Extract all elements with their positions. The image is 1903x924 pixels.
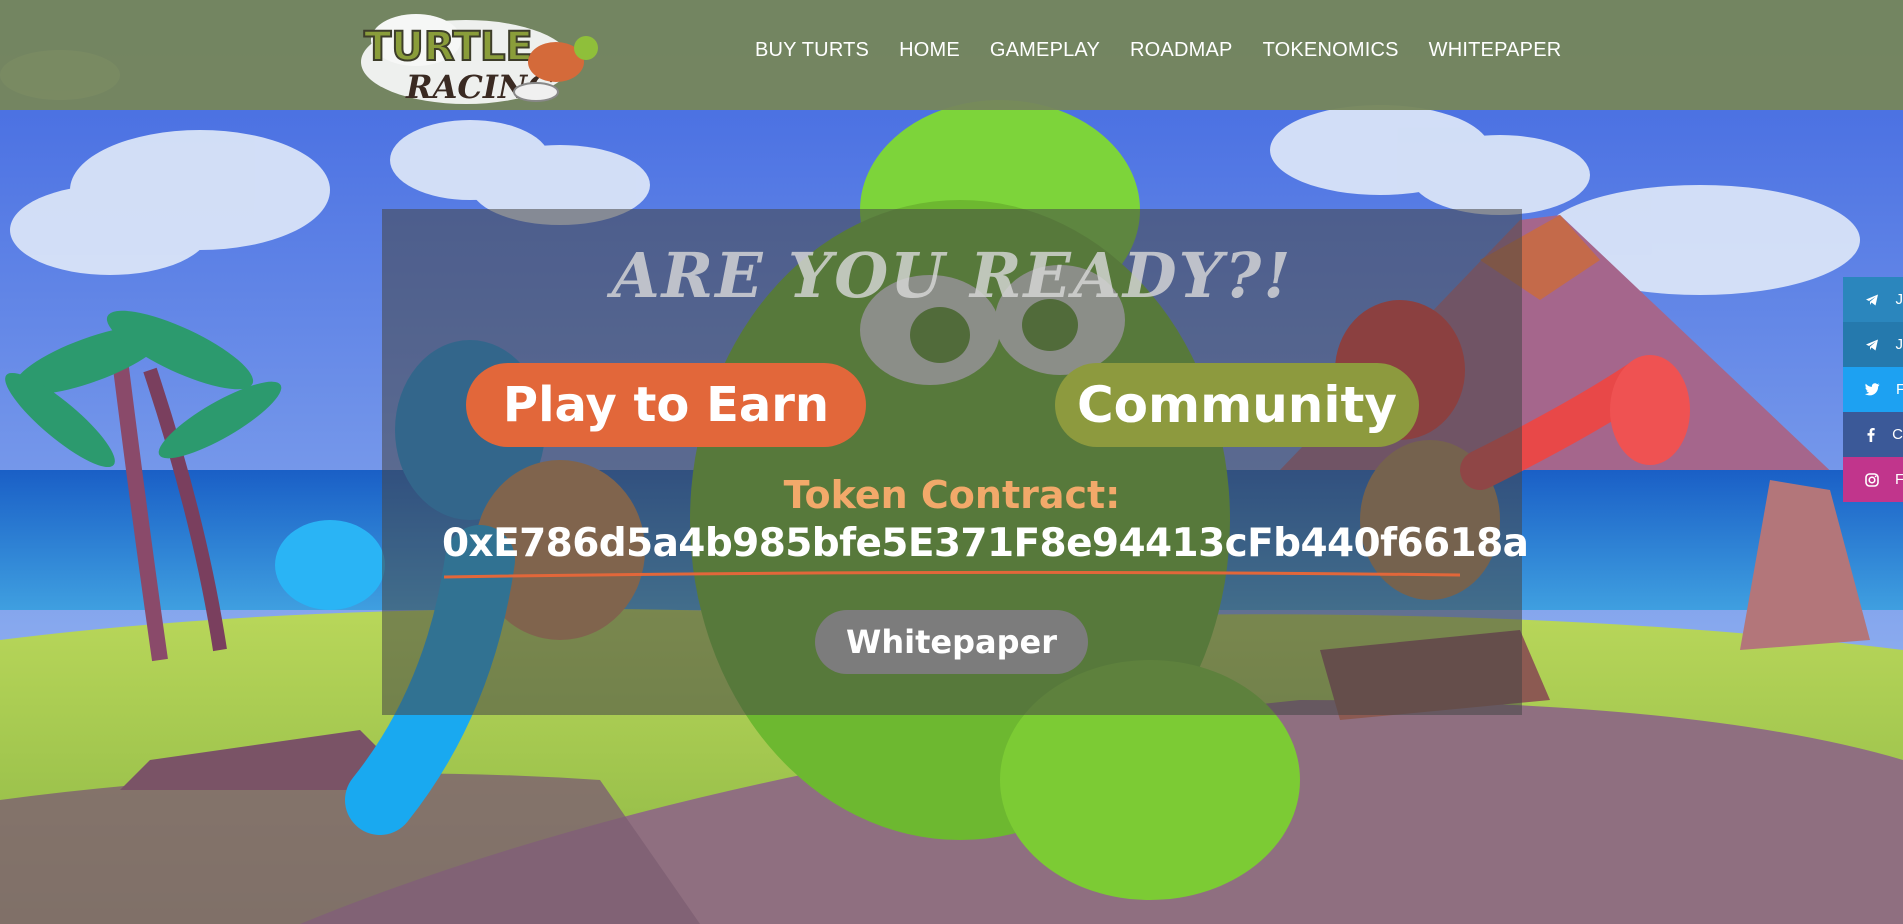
hero-panel: ARE YOU READY?! Play to Earn Community T… [382, 209, 1529, 715]
community-button[interactable]: Community [1055, 363, 1419, 447]
social-label: F [1896, 381, 1903, 398]
telegram-icon [1865, 292, 1880, 308]
token-contract-address[interactable]: 0xE786d5a4b985bfe5E371F8e94413cFb440f661… [442, 521, 1529, 566]
nav-home[interactable]: HOME [884, 39, 975, 62]
social-telegram-2[interactable]: J [1843, 322, 1903, 367]
whitepaper-button[interactable]: Whitepaper [815, 610, 1088, 674]
social-instagram[interactable]: F [1843, 457, 1903, 502]
social-label: J [1895, 336, 1903, 353]
telegram-icon [1865, 337, 1880, 353]
play-to-earn-button[interactable]: Play to Earn [466, 363, 866, 447]
facebook-icon [1865, 427, 1876, 443]
token-contract-label: Token Contract: [783, 473, 1121, 517]
social-twitter[interactable]: F [1843, 367, 1903, 412]
nav-whitepaper[interactable]: WHITEPAPER [1414, 39, 1577, 62]
logo-text-turtle: TURTLE [364, 24, 533, 70]
nav-tokenomics[interactable]: TOKENOMICS [1248, 39, 1414, 62]
social-label: J [1895, 291, 1903, 308]
token-underline-decoration [444, 570, 1460, 579]
logo-icon: TURTLE RACING [361, 14, 598, 106]
social-telegram-1[interactable]: J [1843, 277, 1903, 322]
social-sidebar: J J F C F [1843, 277, 1903, 502]
nav-gameplay[interactable]: GAMEPLAY [975, 39, 1115, 62]
nav-buy-turts[interactable]: BUY TURTS [740, 39, 884, 62]
turtle-racing-logo[interactable]: TURTLE RACING [356, 10, 606, 106]
social-facebook[interactable]: C [1843, 412, 1903, 457]
hero-headline: ARE YOU READY?! [611, 239, 1293, 312]
site-header: TURTLE RACING BUY TURTS HOME GAMEPLAY RO… [0, 0, 1903, 110]
social-label: C [1892, 426, 1903, 443]
twitter-icon [1865, 382, 1880, 398]
main-nav: BUY TURTS HOME GAMEPLAY ROADMAP TOKENOMI… [740, 0, 1576, 100]
nav-roadmap[interactable]: ROADMAP [1115, 39, 1248, 62]
instagram-icon [1865, 472, 1879, 488]
social-label: F [1895, 471, 1903, 488]
